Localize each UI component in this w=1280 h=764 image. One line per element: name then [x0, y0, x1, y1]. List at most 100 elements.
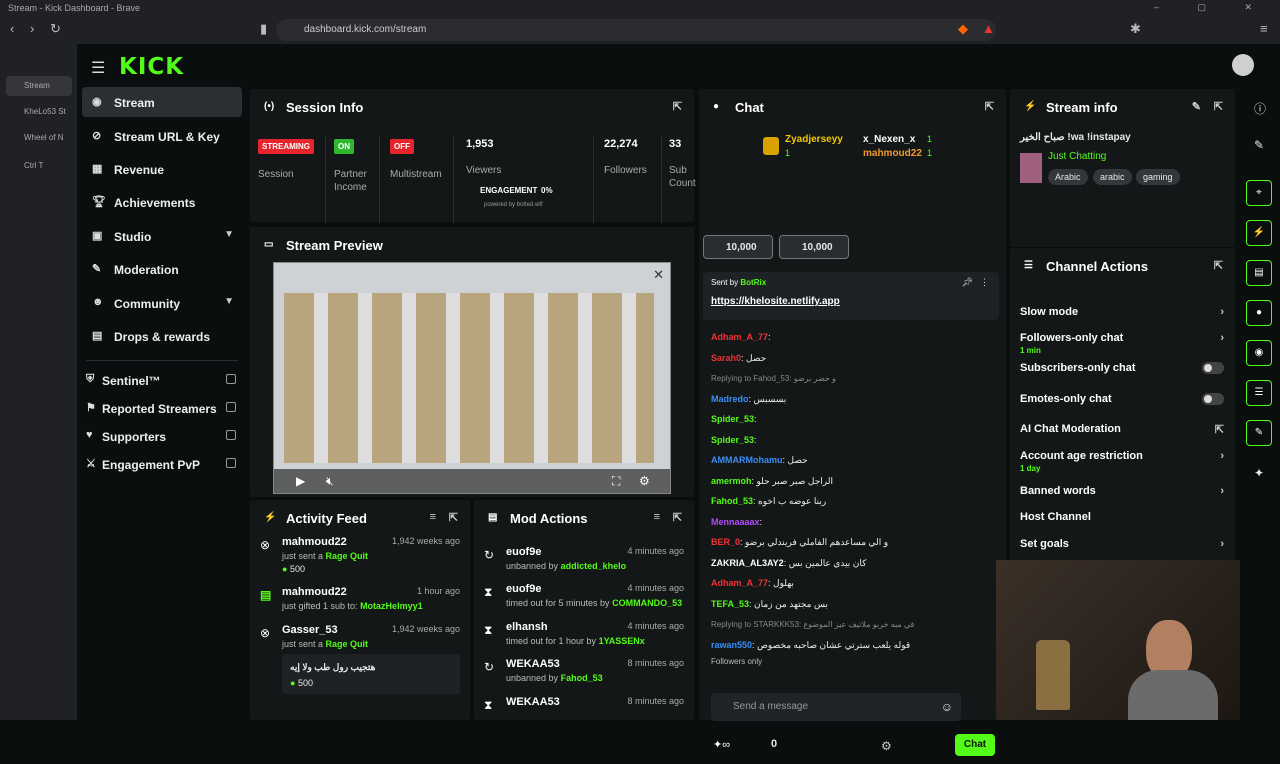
menu-icon[interactable]: ≡ [1260, 21, 1268, 36]
points-icon[interactable]: ✦ [1254, 466, 1264, 480]
channel-action-row[interactable]: Slow mode › [1020, 306, 1228, 318]
close-icon[interactable]: ✕ [653, 267, 664, 283]
chat-username[interactable]: Fahod_53 [711, 496, 753, 506]
sidebar-item-drops[interactable]: ▤ Drops & rewards [82, 321, 242, 351]
chat-message: Mennaaaax: [711, 517, 762, 527]
edit-icon[interactable]: ✎ [1192, 100, 1201, 113]
studio-icon: ▣ [92, 230, 103, 242]
settings-icon[interactable]: ⚙ [639, 474, 650, 488]
chat-username[interactable]: amermoh [711, 476, 752, 486]
popout-icon[interactable]: ⇱ [449, 511, 458, 524]
tool-button[interactable]: ⌖ [1246, 180, 1272, 206]
popout-icon[interactable]: ⇱ [1214, 100, 1223, 113]
chat-username[interactable]: Spider_53 [711, 435, 754, 445]
tab-stream[interactable]: Stream [6, 76, 72, 96]
channel-action-row[interactable]: Account age restriction 1 day › [1020, 450, 1228, 473]
sidebar-item-supporters[interactable]: ♥ Supporters [82, 421, 242, 451]
tool-button[interactable]: ▤ [1246, 260, 1272, 286]
chat-input[interactable]: Send a message ☺ [711, 693, 961, 721]
channel-action-row[interactable]: Banned words › [1020, 485, 1228, 497]
chat-username[interactable]: Mennaaaax [711, 517, 760, 527]
popout-icon[interactable]: ⇱ [985, 100, 994, 113]
lightning-icon: ⚡ [264, 512, 277, 523]
tool-button[interactable]: ◉ [1246, 340, 1272, 366]
channel-action-row[interactable]: Set goals › [1020, 538, 1228, 550]
sidebar-item-stream-url[interactable]: ⊘ Stream URL & Key [82, 121, 242, 151]
window-controls[interactable]: – ▢ ✕ [1154, 2, 1270, 13]
powered-by[interactable]: powered by botted.wtf [484, 202, 543, 208]
settings-icon[interactable]: ⚙ [881, 739, 892, 753]
address-bar[interactable]: dashboard.kick.com/stream [276, 19, 996, 41]
chat-username[interactable]: Madredo [711, 394, 749, 404]
brave-shield-icon[interactable]: ◆ [958, 21, 968, 37]
channel-action-row[interactable]: Host Channel [1020, 511, 1228, 523]
popout-icon[interactable]: ⇱ [673, 100, 682, 113]
sidebar-item-achievements[interactable]: 🏆︎ Achievements [82, 187, 242, 217]
fullscreen-icon[interactable]: ⛶ [612, 474, 620, 489]
channel-action-row[interactable]: Followers-only chat 1 min › [1020, 332, 1228, 355]
tool-button[interactable]: ● [1246, 300, 1272, 326]
avatar[interactable] [1232, 54, 1254, 76]
tag[interactable]: arabic [1093, 169, 1132, 185]
gift-chip[interactable]: 10,000 [779, 235, 849, 259]
filter-icon[interactable]: ≡ [654, 511, 660, 523]
play-icon[interactable]: ▶ [296, 474, 305, 488]
channel-action-row[interactable]: Subscribers-only chat [1020, 362, 1228, 374]
chat-username[interactable]: ZAKRIA_AL3AY2 [711, 558, 784, 568]
forward-icon[interactable]: › [30, 21, 34, 36]
sidebar-item-revenue[interactable]: ▦ Revenue [82, 154, 242, 184]
new-tab[interactable]: Ctrl T [6, 156, 72, 176]
stream-title: صباح الخير !wa !instapay [1020, 132, 1131, 143]
hamburger-icon[interactable]: ☰ [91, 58, 105, 78]
chat-username[interactable]: Spider_53 [711, 414, 754, 424]
popout-icon[interactable]: ⇱ [673, 511, 682, 524]
sidebar-item-engagement[interactable]: ⚔ Engagement PvP [82, 449, 242, 479]
chat-username[interactable]: Sarah0 [711, 353, 741, 363]
toggle-switch[interactable] [1202, 362, 1224, 374]
sidebar-item-reported[interactable]: ⚑ Reported Streamers [82, 393, 242, 423]
chat-username[interactable]: Adham_A_77 [711, 578, 768, 588]
filter-icon[interactable]: ≡ [430, 511, 436, 523]
tool-button[interactable]: ⚡ [1246, 220, 1272, 246]
reload-icon[interactable]: ↻ [50, 21, 61, 37]
emoji-icon[interactable]: ☺ [941, 700, 953, 714]
bookmark-icon[interactable]: ▮ [260, 21, 267, 37]
channel-action-row[interactable]: Emotes-only chat [1020, 393, 1228, 405]
brave-rewards-icon[interactable]: ▲ [982, 21, 995, 36]
tool-button[interactable]: ✎ [1246, 420, 1272, 446]
sidebar-item-studio[interactable]: ▣ Studio ▼ [82, 221, 242, 251]
popout-icon[interactable]: ⇱ [1214, 259, 1223, 272]
toggle-switch[interactable] [1202, 393, 1224, 405]
chat-username[interactable]: Adham_A_77 [711, 332, 768, 342]
list-icon: ☰ [1024, 260, 1033, 271]
sidebar-item-stream[interactable]: ◉ Stream [82, 87, 242, 117]
tool-button[interactable]: ☰ [1246, 380, 1272, 406]
mute-icon[interactable]: 🔇︎ [326, 474, 334, 489]
points-icon[interactable]: ✦∞ [713, 738, 730, 751]
info-icon[interactable]: ⓘ [1254, 100, 1266, 117]
send-chat-button[interactable]: Chat [955, 734, 995, 756]
tab-khelo[interactable]: KheLo53 St [6, 102, 72, 122]
tab-wheel[interactable]: Wheel of N [6, 128, 72, 148]
sidebar-item-sentinel[interactable]: ⛨ Sentinel™ [82, 365, 242, 395]
pinned-link[interactable]: https://khelosite.netlify.app [711, 296, 840, 307]
pencil-icon[interactable]: ✎ [1254, 138, 1264, 152]
sidebar-item-moderation[interactable]: ✎ Moderation [82, 254, 242, 284]
gift-chip[interactable]: 10,000 [703, 235, 773, 259]
sidebar-item-community[interactable]: ☻ Community ▼ [82, 288, 242, 318]
more-icon[interactable]: ⋮ [980, 277, 989, 288]
chat-username[interactable]: AMMARMohamu [711, 455, 783, 465]
chat-username[interactable]: BER_0 [711, 537, 740, 547]
kick-logo[interactable]: KICK [119, 54, 184, 80]
video-player[interactable]: ▶ 🔇︎ ⛶ ⚙ ✕ [273, 262, 671, 494]
tag[interactable]: gaming [1136, 169, 1180, 185]
viewers-col: 1,953 Viewers ENGAGEMENT 0% powered by b… [454, 136, 594, 224]
chat-username[interactable]: rawan550 [711, 640, 752, 650]
pin-icon[interactable]: 📌︎ [962, 277, 973, 288]
tag[interactable]: Arabic [1048, 169, 1088, 185]
channel-action-row[interactable]: AI Chat Moderation ⇱ [1020, 423, 1228, 436]
back-icon[interactable]: ‹ [10, 21, 14, 36]
extensions-icon[interactable]: ✱ [1130, 21, 1141, 37]
category-link[interactable]: Just Chatting [1048, 151, 1106, 162]
chat-username[interactable]: TEFA_53 [711, 599, 749, 609]
